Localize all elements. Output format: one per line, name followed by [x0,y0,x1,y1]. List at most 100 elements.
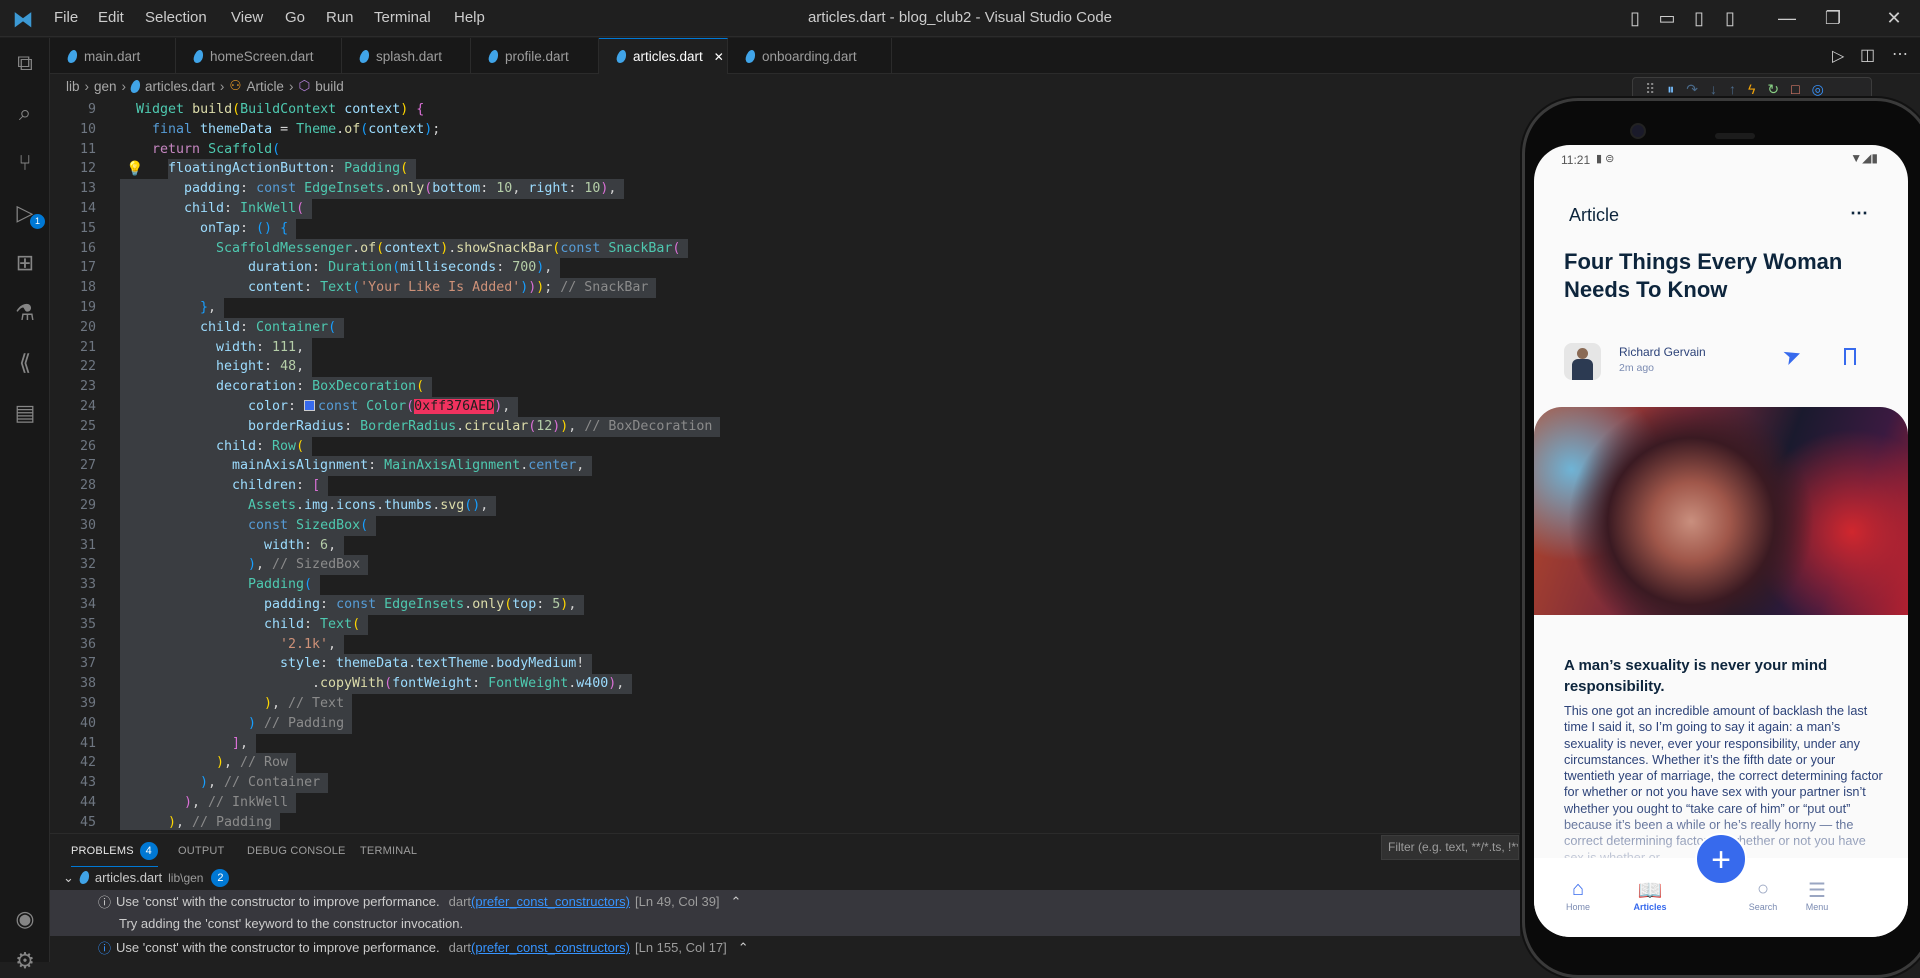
code-line[interactable]: 21 width: 111, [50,337,1510,358]
nav-search[interactable]: ○ Search [1733,878,1793,912]
account-icon[interactable]: ◉ [12,906,38,932]
restart-icon[interactable]: ↻ [1767,81,1779,98]
nav-home[interactable]: ⌂ Home [1548,878,1608,912]
tab-problems[interactable]: PROBLEMS 4 [71,842,158,867]
code-line[interactable]: 19}, [50,298,1510,318]
code-line[interactable]: 35 child: Text( [50,614,1510,635]
nav-menu[interactable]: ☰ Menu [1787,878,1847,912]
lightbulb-icon[interactable]: 💡 [126,160,143,177]
toggle-secondary-sidebar-icon[interactable]: ▯ [1689,8,1709,28]
rule-link[interactable]: (prefer_const_constructors) [471,940,630,955]
code-line[interactable]: 44), // InkWell [50,793,1510,813]
menu-go[interactable]: Go [285,9,305,26]
tab-terminal[interactable]: TERMINAL [360,845,417,863]
breadcrumb-method[interactable]: build [315,79,344,94]
problem-item[interactable]: ⓘ Use 'const' with the constructor to im… [50,936,1520,959]
problems-filter-input[interactable]: Filter (e.g. text, **/*.ts, !**/node_mod… [1381,835,1519,860]
code-line[interactable]: 33 Padding( [50,575,1510,595]
tab-onboarding-dart[interactable]: onboarding.dart [728,38,892,74]
code-line[interactable]: 30 const SizedBox( [50,515,1510,536]
share-send-icon[interactable]: ➤ [1779,341,1805,372]
code-line[interactable]: 17 duration: Duration(milliseconds: 700), [50,258,1510,279]
hot-reload-icon[interactable]: ϟ [1748,81,1755,97]
more-options-icon[interactable]: ⋯ [1850,203,1868,224]
code-line[interactable]: 31 width: 6, [50,535,1510,556]
customize-layout-icon[interactable]: ▯ [1720,8,1740,28]
toggle-sidebar-icon[interactable]: ▯ [1625,8,1645,28]
code-line[interactable]: 24 color: const Color(0xff376AED), [50,397,1510,417]
nav-articles[interactable]: 📖 Articles [1620,878,1680,912]
toggle-panel-icon[interactable]: ▭ [1657,8,1677,28]
flutter-icon[interactable]: ⟪ [12,350,38,376]
tab-profile-dart[interactable]: profile.dart [471,38,599,74]
stop-icon[interactable]: □ [1791,81,1799,97]
close-tab-icon[interactable]: ✕ [714,50,724,64]
close-window-button[interactable]: ✕ [1884,8,1904,28]
menu-run[interactable]: Run [326,9,354,26]
minimize-button[interactable]: — [1777,8,1797,28]
tab-main-dart[interactable]: main.dart [50,38,176,74]
breadcrumb-file[interactable]: articles.dart [145,79,215,94]
source-control-icon[interactable]: ⑂ [12,150,38,176]
code-line[interactable]: 45), // Padding [50,812,1510,830]
code-line[interactable]: 14 child: InkWell( [50,199,1510,219]
code-line[interactable]: 25 borderRadius: BorderRadius.circular(12… [50,416,1510,437]
code-line[interactable]: 32), // SizedBox [50,555,1510,576]
chevron-up-icon[interactable]: ⌃ [738,940,749,956]
code-line[interactable]: 36 '2.1k', [50,634,1510,655]
rule-link[interactable]: (prefer_const_constructors) [471,894,630,909]
code-line[interactable]: 29 Assets.img.icons.thumbs.svg(), [50,496,1510,516]
breadcrumb-class[interactable]: Article [246,79,284,94]
menu-terminal[interactable]: Terminal [374,9,431,26]
code-line[interactable]: 27 mainAxisAlignment: MainAxisAlignment.c… [50,456,1510,477]
code-line[interactable]: 20 child: Container( [50,317,1510,338]
menu-help[interactable]: Help [454,9,485,26]
code-line[interactable]: 37 style: themeData.textTheme.bodyMedium! [50,654,1510,675]
code-line[interactable]: 23 decoration: BoxDecoration( [50,377,1510,397]
breadcrumb-lib[interactable]: lib [66,79,80,94]
code-line[interactable]: 13 padding: const EdgeInsets.only(bottom:… [50,179,1510,199]
more-actions-icon[interactable]: ⋯ [1892,44,1908,64]
code-line[interactable]: 9 Widget build(BuildContext context) { [50,100,1510,120]
search-icon[interactable]: ⌕ [12,100,38,126]
add-fab-button[interactable]: + [1695,833,1747,885]
devtools-icon[interactable]: ◎ [1812,81,1824,98]
step-out-icon[interactable]: ↑ [1729,81,1736,97]
code-line[interactable]: 11 return Scaffold( [50,140,1510,160]
drag-handle-icon[interactable]: ⠿ [1645,81,1655,98]
bookmark-icon[interactable] [1844,348,1856,365]
menu-file[interactable]: File [54,9,78,26]
code-line[interactable]: 15 onTap: () { [50,218,1510,239]
code-line[interactable]: 34 padding: const EdgeInsets.only(top: 5)… [50,595,1510,615]
menu-view[interactable]: View [231,9,263,26]
breadcrumb-gen[interactable]: gen [94,79,117,94]
tab-output[interactable]: OUTPUT [178,845,224,863]
menu-edit[interactable]: Edit [98,9,124,26]
restore-button[interactable]: ❐ [1823,8,1843,28]
code-line[interactable]: 22 height: 48, [50,357,1510,378]
problem-file-group[interactable]: ⌄ articles.dart lib\gen 2 [50,866,1520,889]
settings-gear-icon[interactable]: ⚙ [12,948,38,974]
code-line[interactable]: 26 child: Row( [50,436,1510,457]
code-line[interactable]: 42), // Row [50,753,1510,774]
problem-item-selected[interactable]: ⓘ Use 'const' with the constructor to im… [50,890,1520,936]
code-line[interactable]: 40) // Padding [50,713,1510,734]
code-line[interactable]: 10 final themeData = Theme.of(context); [50,120,1510,140]
step-into-icon[interactable]: ↓ [1710,81,1717,97]
code-line[interactable]: 16 ScaffoldMessenger.of(context).showSnac… [50,238,1510,259]
code-editor[interactable]: 9 Widget build(BuildContext context) {10 f… [50,100,1510,830]
menu-selection[interactable]: Selection [145,9,207,26]
split-editor-icon[interactable]: ◫ [1860,45,1875,65]
color-swatch[interactable] [304,400,316,411]
code-line[interactable]: 12 floatingActionButton: Padding( [50,159,1510,180]
step-over-icon[interactable]: ↷ [1686,81,1698,98]
code-line[interactable]: 43), // Container [50,773,1510,793]
code-line[interactable]: 38 .copyWith(fontWeight: FontWeight.w400)… [50,674,1510,694]
device-icon[interactable]: ▤ [12,400,38,426]
code-line[interactable]: 41], [50,733,1510,754]
run-file-icon[interactable]: ▷ [1832,46,1844,66]
tab-articles-dart[interactable]: articles.dart ✕ [599,38,728,74]
tab-homescreen-dart[interactable]: homeScreen.dart [176,38,342,74]
pause-icon[interactable]: ⏸ [1667,81,1674,98]
tab-debug-console[interactable]: DEBUG CONSOLE [247,845,346,863]
